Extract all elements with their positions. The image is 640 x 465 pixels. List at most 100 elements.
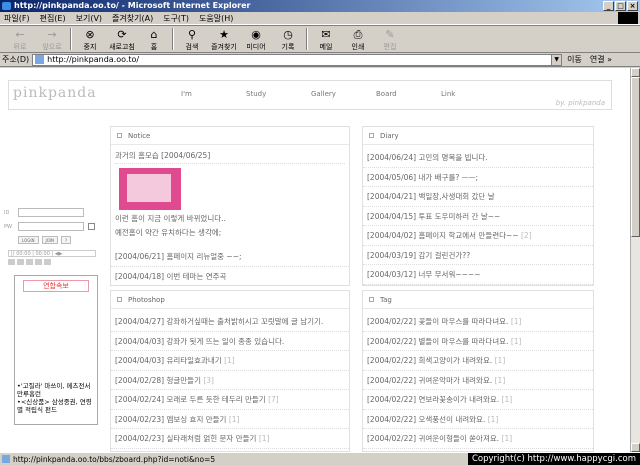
- list-item[interactable]: [2004/04/18] 이번 테마는 연주곡: [111, 267, 349, 286]
- page-status-icon: [2, 455, 10, 463]
- menu-view[interactable]: 보기(V): [76, 13, 102, 24]
- list-item[interactable]: [2004/06/21] 홈페이지 리뉴얼중 ~~;: [111, 247, 349, 267]
- list-item[interactable]: [2004/02/22] 오색풍선이 내려와요. [1]: [363, 410, 593, 429]
- tag-panel: Tag [2004/02/22] 꽃들이 마우스를 따라다녀요. [1] [200…: [362, 290, 594, 452]
- scroll-thumb[interactable]: [631, 77, 640, 237]
- tag-title[interactable]: Tag: [380, 296, 392, 304]
- list-item[interactable]: [2004/02/22] 꽃들이 마우스를 따라다녀요. [1]: [363, 312, 593, 332]
- list-item[interactable]: [2004/04/15] 투표 도우미하러 간 날~~: [363, 207, 593, 226]
- prev-icon[interactable]: [35, 259, 42, 265]
- toolbar-label: 미디어: [246, 43, 266, 51]
- id-input[interactable]: [18, 208, 84, 217]
- print-icon: ⎙: [353, 28, 363, 41]
- close-button[interactable]: ×: [627, 1, 638, 11]
- list-item-text: [2004/03/19] 감기 걸린건가??: [367, 250, 471, 260]
- scroll-up-button[interactable]: [631, 68, 640, 77]
- nav-im[interactable]: I'm: [181, 90, 246, 98]
- notice-headline[interactable]: 과거의 홈모습 [2004/06/25]: [115, 149, 345, 164]
- go-button[interactable]: 이동: [567, 54, 582, 65]
- list-item-text: [2004/02/24] 모래로 두른 듯한 테두리 만들기: [115, 395, 266, 404]
- list-item[interactable]: [2004/04/03] 강좌가 됫게 뜨는 일이 종종 있습니다.: [111, 332, 349, 351]
- list-item[interactable]: [2004/04/03] 유리타일효과내기 [1]: [111, 351, 349, 371]
- comment-count: [1]: [501, 434, 513, 443]
- address-input[interactable]: http://pinkpanda.oo.to/ ▼: [32, 53, 563, 66]
- stop-icon[interactable]: [26, 259, 33, 265]
- list-item[interactable]: [2004/05/06] 내가 배구를? ㅡㅡ;: [363, 168, 593, 187]
- nav-board[interactable]: Board: [376, 90, 441, 98]
- list-item[interactable]: [2004/04/21] 백일장,사생대회 갔단 날: [363, 187, 593, 207]
- edit-button[interactable]: ✎ 편집: [374, 26, 406, 52]
- address-dropdown-button[interactable]: ▼: [551, 54, 562, 65]
- favorites-button[interactable]: ★ 즐겨찾기: [208, 26, 240, 52]
- minimize-button[interactable]: _: [603, 1, 614, 11]
- vertical-scrollbar[interactable]: [630, 68, 640, 452]
- pw-input[interactable]: [18, 222, 84, 231]
- list-item-text: [2004/02/28] 헝글만들기: [115, 375, 201, 385]
- favorites-icon: ★: [219, 28, 229, 41]
- mail-button[interactable]: ✉ 메일: [310, 26, 342, 52]
- nav-link[interactable]: Link: [441, 90, 506, 98]
- toolbar-separator: [306, 28, 308, 50]
- comment-count: [1]: [510, 317, 522, 326]
- pause-icon[interactable]: [17, 259, 24, 265]
- print-button[interactable]: ⎙ 인쇄: [342, 26, 374, 52]
- nav-study[interactable]: Study: [246, 90, 311, 98]
- remember-checkbox[interactable]: [88, 223, 95, 230]
- list-item[interactable]: [2004/02/24] 모래로 두른 듯한 테두리 만들기 [7]: [111, 390, 349, 410]
- join-button[interactable]: JOIN: [41, 236, 59, 244]
- play-icon[interactable]: [8, 259, 15, 265]
- menu-help[interactable]: 도움말(H): [199, 13, 233, 24]
- toolbar-label: 홈: [150, 43, 158, 51]
- toolbar-label: 검색: [185, 43, 199, 51]
- links-button[interactable]: 연결 »: [590, 54, 612, 65]
- list-item-text: [2004/04/03] 강좌가 됫게 뜨는 일이 종종 있습니다.: [115, 336, 285, 346]
- list-item[interactable]: [2004/02/28] 헝글만들기 [3]: [111, 371, 349, 390]
- login-button[interactable]: LOGIN: [18, 236, 39, 244]
- notice-title[interactable]: Notice: [128, 132, 150, 140]
- toolbar-label: 앞으로: [42, 43, 62, 51]
- news-item[interactable]: •'고질라' 마쓰이, 메츠전서 만루홈런: [17, 382, 97, 398]
- media-button[interactable]: ◉ 미디어: [240, 26, 272, 52]
- list-item[interactable]: [2004/02/23] 엠보싱 효지 만들기 [1]: [111, 410, 349, 429]
- list-item[interactable]: [2004/03/19] 감기 걸린건가??: [363, 246, 593, 265]
- forward-arrow-button[interactable]: → 앞으로: [36, 26, 68, 52]
- news-item[interactable]: •<신상품> 삼성중권, 연령별 적립식 펀드: [17, 398, 97, 414]
- scroll-down-button[interactable]: [631, 443, 640, 452]
- menu-favorites[interactable]: 즐겨찾기(A): [112, 13, 153, 24]
- search-icon: ⚲: [187, 28, 197, 41]
- nav-gallery[interactable]: Gallery: [311, 90, 376, 98]
- search-button[interactable]: ⚲ 검색: [176, 26, 208, 52]
- comment-count: [1]: [487, 414, 499, 424]
- list-item[interactable]: [2004/03/12] 너무 무서워~~~~: [363, 265, 593, 285]
- diary-title[interactable]: Diary: [380, 132, 399, 140]
- list-item[interactable]: [2004/04/27] 강좌하거싶때는 출처밝히시고 꼬릿말에 글 남기기.: [111, 312, 349, 332]
- refresh-button[interactable]: ⟳ 새로고침: [106, 26, 138, 52]
- list-item[interactable]: [2004/06/24] 고민의 명복을 빕니다.: [363, 148, 593, 168]
- back-arrow-button[interactable]: ← 뒤로: [4, 26, 36, 52]
- list-item-text: [2004/02/22] 귀여운이형들이 쏟아져요.: [367, 434, 500, 443]
- list-item[interactable]: [2004/02/22] 회색고양이가 내려와요. [1]: [363, 351, 593, 371]
- toolbar-label: 새로고침: [109, 43, 135, 51]
- list-item[interactable]: [2004/02/22] 연보라꽃송이가 내려와요. [1]: [363, 390, 593, 410]
- home-button[interactable]: ⌂ 홈: [138, 26, 170, 52]
- history-button[interactable]: ◷ 기록: [272, 26, 304, 52]
- list-item[interactable]: [2004/04/02] 홈페이지 학교에서 만들련다~~ [2]: [363, 226, 593, 246]
- list-item[interactable]: [2004/02/22] 귀여운이형들이 쏟아져요. [1]: [363, 429, 593, 449]
- menu-edit[interactable]: 편집(E): [40, 13, 66, 24]
- list-item[interactable]: [2004/02/23] 실타래처럼 얽힌 문자 만들기 [1]: [111, 429, 349, 449]
- help-button[interactable]: ?: [61, 236, 72, 244]
- site-logo[interactable]: pinkpanda: [13, 85, 97, 101]
- comment-count: [7]: [268, 395, 279, 404]
- status-url: http://pinkpanda.oo.to/bbs/zboard.php?id…: [13, 454, 216, 464]
- comment-count: [1]: [510, 336, 522, 346]
- maximize-button[interactable]: □: [615, 1, 626, 11]
- list-item[interactable]: [2004/02/22] 귀여운악마가 내려와요. [1]: [363, 371, 593, 390]
- menu-tools[interactable]: 도구(T): [163, 13, 189, 24]
- list-item[interactable]: [2004/02/22] 별들이 마우스를 따라다녀요. [1]: [363, 332, 593, 351]
- edit-icon: ✎: [385, 28, 395, 41]
- stop-button[interactable]: ⊗ 중지: [74, 26, 106, 52]
- music-player[interactable]: |) 00:00 | 00:00 | ◀▶: [8, 250, 96, 257]
- menu-file[interactable]: 파일(F): [4, 13, 30, 24]
- photoshop-title[interactable]: Photoshop: [128, 296, 165, 304]
- next-icon[interactable]: [44, 259, 51, 265]
